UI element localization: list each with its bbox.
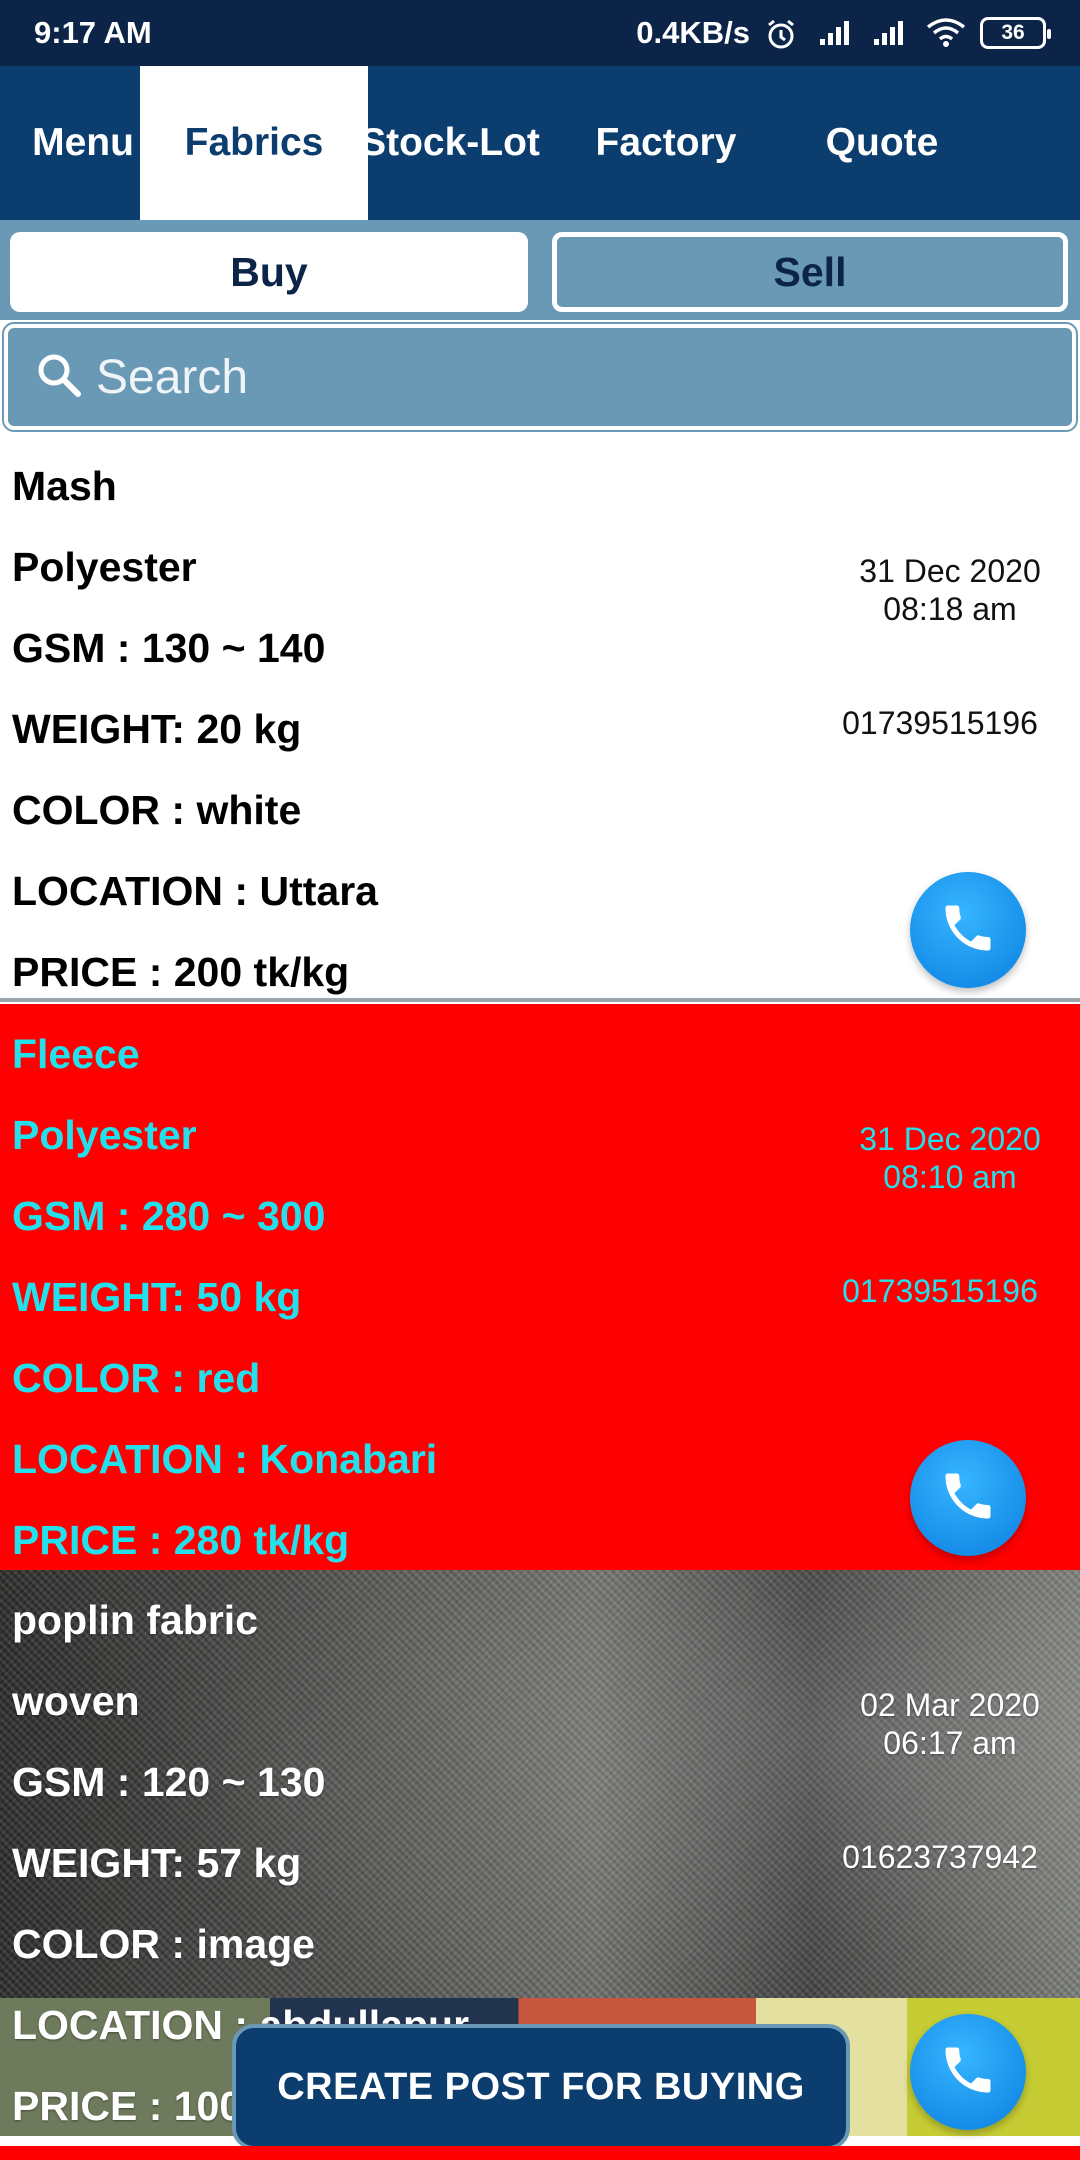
alarm-icon <box>764 17 804 49</box>
listing-time: 06:17 am <box>883 1725 1017 1761</box>
search-box[interactable] <box>4 324 1076 430</box>
listing-time: 08:10 am <box>883 1159 1017 1195</box>
listing-phone: 01739515196 <box>842 705 1038 741</box>
listing-details: Mash Polyester GSM : 130 ~ 140 WEIGHT: 2… <box>12 446 378 998</box>
listing-phone: 01739515196 <box>842 1273 1038 1309</box>
listing-weight: WEIGHT: 57 kg <box>12 1840 302 1886</box>
call-button[interactable] <box>910 1440 1026 1556</box>
listing-name: Fleece <box>12 1031 140 1077</box>
listing-datetime: 31 Dec 2020 08:18 am <box>840 552 1060 628</box>
search-bar <box>0 320 1080 436</box>
next-listing-edge <box>0 2146 1080 2160</box>
listing-color: COLOR : image <box>12 1921 315 1967</box>
sell-button[interactable]: Sell <box>552 232 1068 312</box>
phone-icon <box>938 898 998 963</box>
phone-icon <box>938 1466 998 1531</box>
top-tab-bar: Menu Fabrics Stock-Lot Factory Quote <box>0 66 1080 220</box>
listing-datetime: 31 Dec 2020 08:10 am <box>840 1120 1060 1196</box>
listing-card[interactable]: Fleece Polyester GSM : 280 ~ 300 WEIGHT:… <box>0 1004 1080 1570</box>
listing-date: 31 Dec 2020 <box>859 553 1041 589</box>
listing-gsm: GSM : 280 ~ 300 <box>12 1193 326 1239</box>
listing-price: PRICE : 280 tk/kg <box>12 1517 350 1563</box>
buy-sell-segment: Buy Sell <box>0 220 1080 320</box>
listing-type: Polyester <box>12 544 197 590</box>
listing-datetime: 02 Mar 2020 06:17 am <box>840 1686 1060 1762</box>
listing-price: PRICE : 200 tk/kg <box>12 949 350 995</box>
status-icons: 0.4KB/s 36 <box>636 15 1051 51</box>
listing-weight: WEIGHT: 50 kg <box>12 1274 302 1320</box>
listing-color: COLOR : red <box>12 1355 261 1401</box>
listing-date: 31 Dec 2020 <box>859 1121 1041 1157</box>
phone-icon <box>938 2040 998 2105</box>
status-bar: 9:17 AM 0.4KB/s 36 <box>0 0 1080 66</box>
create-post-button[interactable]: CREATE POST FOR BUYING <box>232 2024 850 2150</box>
listing-card[interactable]: Mash Polyester GSM : 130 ~ 140 WEIGHT: 2… <box>0 436 1080 1002</box>
net-speed: 0.4KB/s <box>636 15 750 50</box>
listing-details: Fleece Polyester GSM : 280 ~ 300 WEIGHT:… <box>12 1014 437 1570</box>
listing-phone: 01623737942 <box>842 1839 1038 1875</box>
listing-name: Mash <box>12 463 117 509</box>
tab-stock-lot[interactable]: Stock-Lot <box>342 66 558 220</box>
tab-quote[interactable]: Quote <box>774 66 990 220</box>
listing-weight: WEIGHT: 20 kg <box>12 706 302 752</box>
listing-date: 02 Mar 2020 <box>860 1687 1040 1723</box>
listing-name: poplin fabric <box>12 1597 258 1643</box>
search-input[interactable] <box>96 349 996 405</box>
buy-button[interactable]: Buy <box>10 232 528 312</box>
battery-icon: 36 <box>980 17 1051 49</box>
listing-gsm: GSM : 120 ~ 130 <box>12 1759 326 1805</box>
listing-location: LOCATION : Konabari <box>12 1436 438 1482</box>
search-icon <box>34 350 84 405</box>
listing-location: LOCATION : Uttara <box>12 868 378 914</box>
status-time: 9:17 AM <box>34 15 152 50</box>
call-button[interactable] <box>910 872 1026 988</box>
signal-icon <box>818 17 858 49</box>
listing-time: 08:18 am <box>883 591 1017 627</box>
wifi-icon <box>926 17 966 49</box>
call-button[interactable] <box>910 2014 1026 2130</box>
listing-gsm: GSM : 130 ~ 140 <box>12 625 326 671</box>
tab-fabrics[interactable]: Fabrics <box>140 66 368 220</box>
tab-factory[interactable]: Factory <box>558 66 774 220</box>
listing-type: Polyester <box>12 1112 197 1158</box>
listing-color: COLOR : white <box>12 787 302 833</box>
listing-type: woven <box>12 1678 140 1724</box>
signal-icon-2 <box>872 17 912 49</box>
